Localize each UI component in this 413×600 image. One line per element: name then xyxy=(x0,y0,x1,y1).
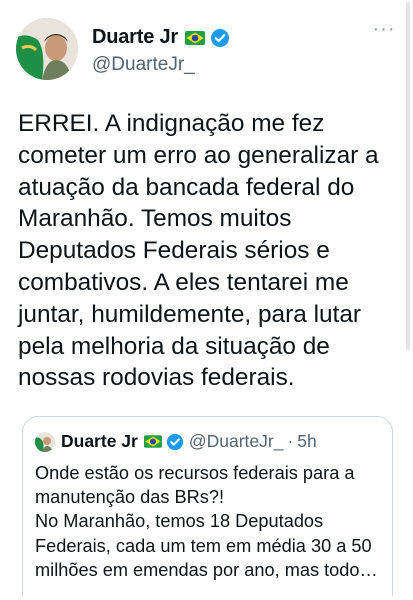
quoted-timestamp[interactable]: 5h xyxy=(297,431,316,452)
quoted-handle: @DuarteJr_ xyxy=(188,431,284,451)
quoted-display-name: Duarte Jr xyxy=(61,431,138,451)
scrollbar[interactable] xyxy=(406,2,410,350)
brazil-flag-icon xyxy=(143,435,162,448)
brazil-flag-icon xyxy=(185,30,206,45)
avatar[interactable] xyxy=(16,18,78,80)
quoted-avatar xyxy=(35,431,55,452)
tweet-text: ERREI. A indignação me fez cometer um er… xyxy=(18,110,379,392)
display-name[interactable]: Duarte Jr xyxy=(92,26,178,49)
name-row: Duarte Jr xyxy=(92,26,230,49)
tweet-card: Duarte Jr @DuarteJr_ ··· ERREI. A indign… xyxy=(0,0,413,600)
quoted-tweet[interactable]: Duarte Jr @DuarteJr_ · 5h Onde estão os … xyxy=(22,416,393,596)
quoted-tweet-header: Duarte Jr @DuarteJr_ · 5h xyxy=(35,431,382,452)
dot-separator: · xyxy=(287,431,294,451)
verified-badge-icon xyxy=(210,28,230,48)
more-options-icon[interactable]: ··· xyxy=(371,19,397,42)
tweet-header: Duarte Jr @DuarteJr_ ··· xyxy=(16,18,397,82)
quoted-tweet-text: Onde estão os recursos federais para a m… xyxy=(35,463,378,580)
verified-badge-icon xyxy=(166,433,184,451)
author-handle[interactable]: @DuarteJr_ xyxy=(92,54,195,76)
